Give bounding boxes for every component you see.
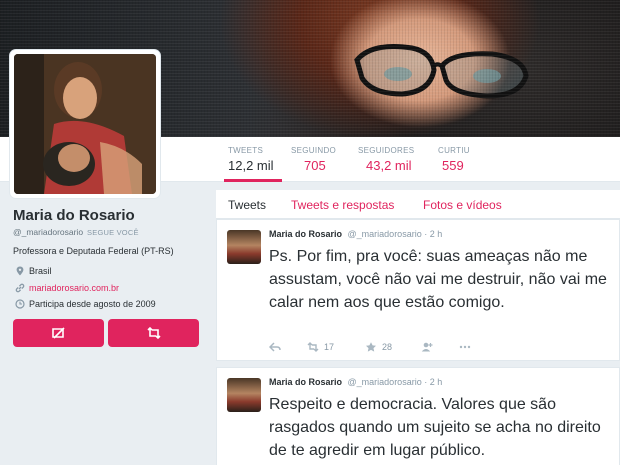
profile-name: Maria do Rosario — [13, 207, 135, 224]
tweet-item[interactable]: Maria do Rosario @_mariadorosario · 2 h … — [216, 367, 620, 465]
tweet-time[interactable]: · 2 h — [424, 377, 442, 387]
tweet-actions: 17 28 — [269, 342, 609, 356]
more-options-button[interactable] — [459, 342, 471, 352]
tweet-author-name[interactable]: Maria do Rosario — [269, 377, 342, 387]
profile-sidebar: Maria do Rosario @_mariadorosario SEGUE V… — [0, 182, 208, 465]
profile-website: mariadorosario.com.br — [15, 283, 119, 293]
like-button[interactable]: 28 — [365, 342, 392, 352]
stat-following-label: SEGUINDO — [291, 146, 337, 155]
timeline-tabs: Tweets Tweets e respostas Fotos e vídeos — [216, 190, 620, 219]
retweet-count: 17 — [324, 342, 335, 352]
tweet-author-handle[interactable]: @_mariadorosario — [348, 229, 422, 239]
follows-you-badge: SEGUE VOCÊ — [87, 228, 139, 237]
tweet-time[interactable]: · 2 h — [424, 229, 442, 239]
retweet-action-button[interactable] — [108, 319, 199, 347]
banner-glasses-graphic — [354, 44, 529, 99]
reply-icon — [269, 342, 281, 352]
more-dots-icon — [459, 345, 471, 349]
calendar-icon — [15, 299, 25, 309]
tweet-author-name[interactable]: Maria do Rosario — [269, 229, 342, 239]
stat-likes-label: CURTIU — [438, 146, 470, 155]
tab-tweets[interactable]: Tweets — [228, 198, 266, 212]
profile-handle[interactable]: @_mariadorosario — [13, 227, 83, 237]
stat-likes-value: 559 — [442, 158, 464, 173]
tab-tweets-and-replies[interactable]: Tweets e respostas — [291, 198, 394, 212]
profile-joined-text: Participa desde agosto de 2009 — [29, 299, 156, 309]
avatar-portrait-graphic — [14, 54, 156, 194]
profile-location: Brasil — [15, 266, 52, 276]
stat-following-value: 705 — [304, 158, 326, 173]
avatar-photo — [14, 54, 156, 194]
tweet-text: Ps. Por fim, pra você: suas ameaças não … — [269, 248, 607, 311]
stat-tweets[interactable]: TWEETS 12,2 mil — [224, 137, 282, 182]
profile-website-link[interactable]: mariadorosario.com.br — [29, 283, 119, 293]
profile-handle-line: @_mariadorosario SEGUE VOCÊ — [13, 227, 139, 237]
tweet-author-handle[interactable]: @_mariadorosario — [348, 377, 422, 387]
stat-tweets-value: 12,2 mil — [228, 158, 274, 173]
profile-location-text: Brasil — [29, 266, 52, 276]
location-pin-icon — [16, 266, 24, 276]
add-user-icon — [421, 342, 433, 352]
stat-followers[interactable]: SEGUIDORES 43,2 mil — [358, 137, 428, 182]
reply-button[interactable] — [269, 342, 281, 352]
direct-message-button[interactable] — [13, 319, 104, 347]
stat-likes[interactable]: CURTIU 559 — [438, 137, 488, 182]
tweet-avatar[interactable] — [227, 230, 261, 264]
retweet-icon — [307, 342, 319, 352]
follow-user-button[interactable] — [421, 342, 433, 352]
tweet-header: Maria do Rosario @_mariadorosario · 2 h — [269, 377, 442, 387]
tweet-header: Maria do Rosario @_mariadorosario · 2 h — [269, 229, 442, 239]
stat-followers-label: SEGUIDORES — [358, 146, 415, 155]
stat-following[interactable]: SEGUINDO 705 — [291, 137, 351, 182]
link-icon — [15, 283, 25, 293]
message-slash-icon — [51, 327, 65, 339]
profile-avatar[interactable] — [10, 50, 160, 198]
profile-bio: Professora e Deputada Federal (PT-RS) — [13, 246, 174, 256]
retweet-icon — [146, 326, 161, 340]
tweet-item[interactable]: Maria do Rosario @_mariadorosario · 2 h … — [216, 219, 620, 361]
tab-photos-and-videos[interactable]: Fotos e vídeos — [423, 198, 502, 212]
tweet-text: Respeito e democracia. Valores que são r… — [269, 396, 601, 459]
profile-joined: Participa desde agosto de 2009 — [15, 299, 156, 309]
like-count: 28 — [382, 342, 393, 352]
stat-followers-value: 43,2 mil — [366, 158, 412, 173]
tweet-avatar[interactable] — [227, 378, 261, 412]
stat-tweets-label: TWEETS — [228, 146, 264, 155]
star-icon — [366, 342, 376, 352]
retweet-button[interactable]: 17 — [307, 342, 334, 352]
